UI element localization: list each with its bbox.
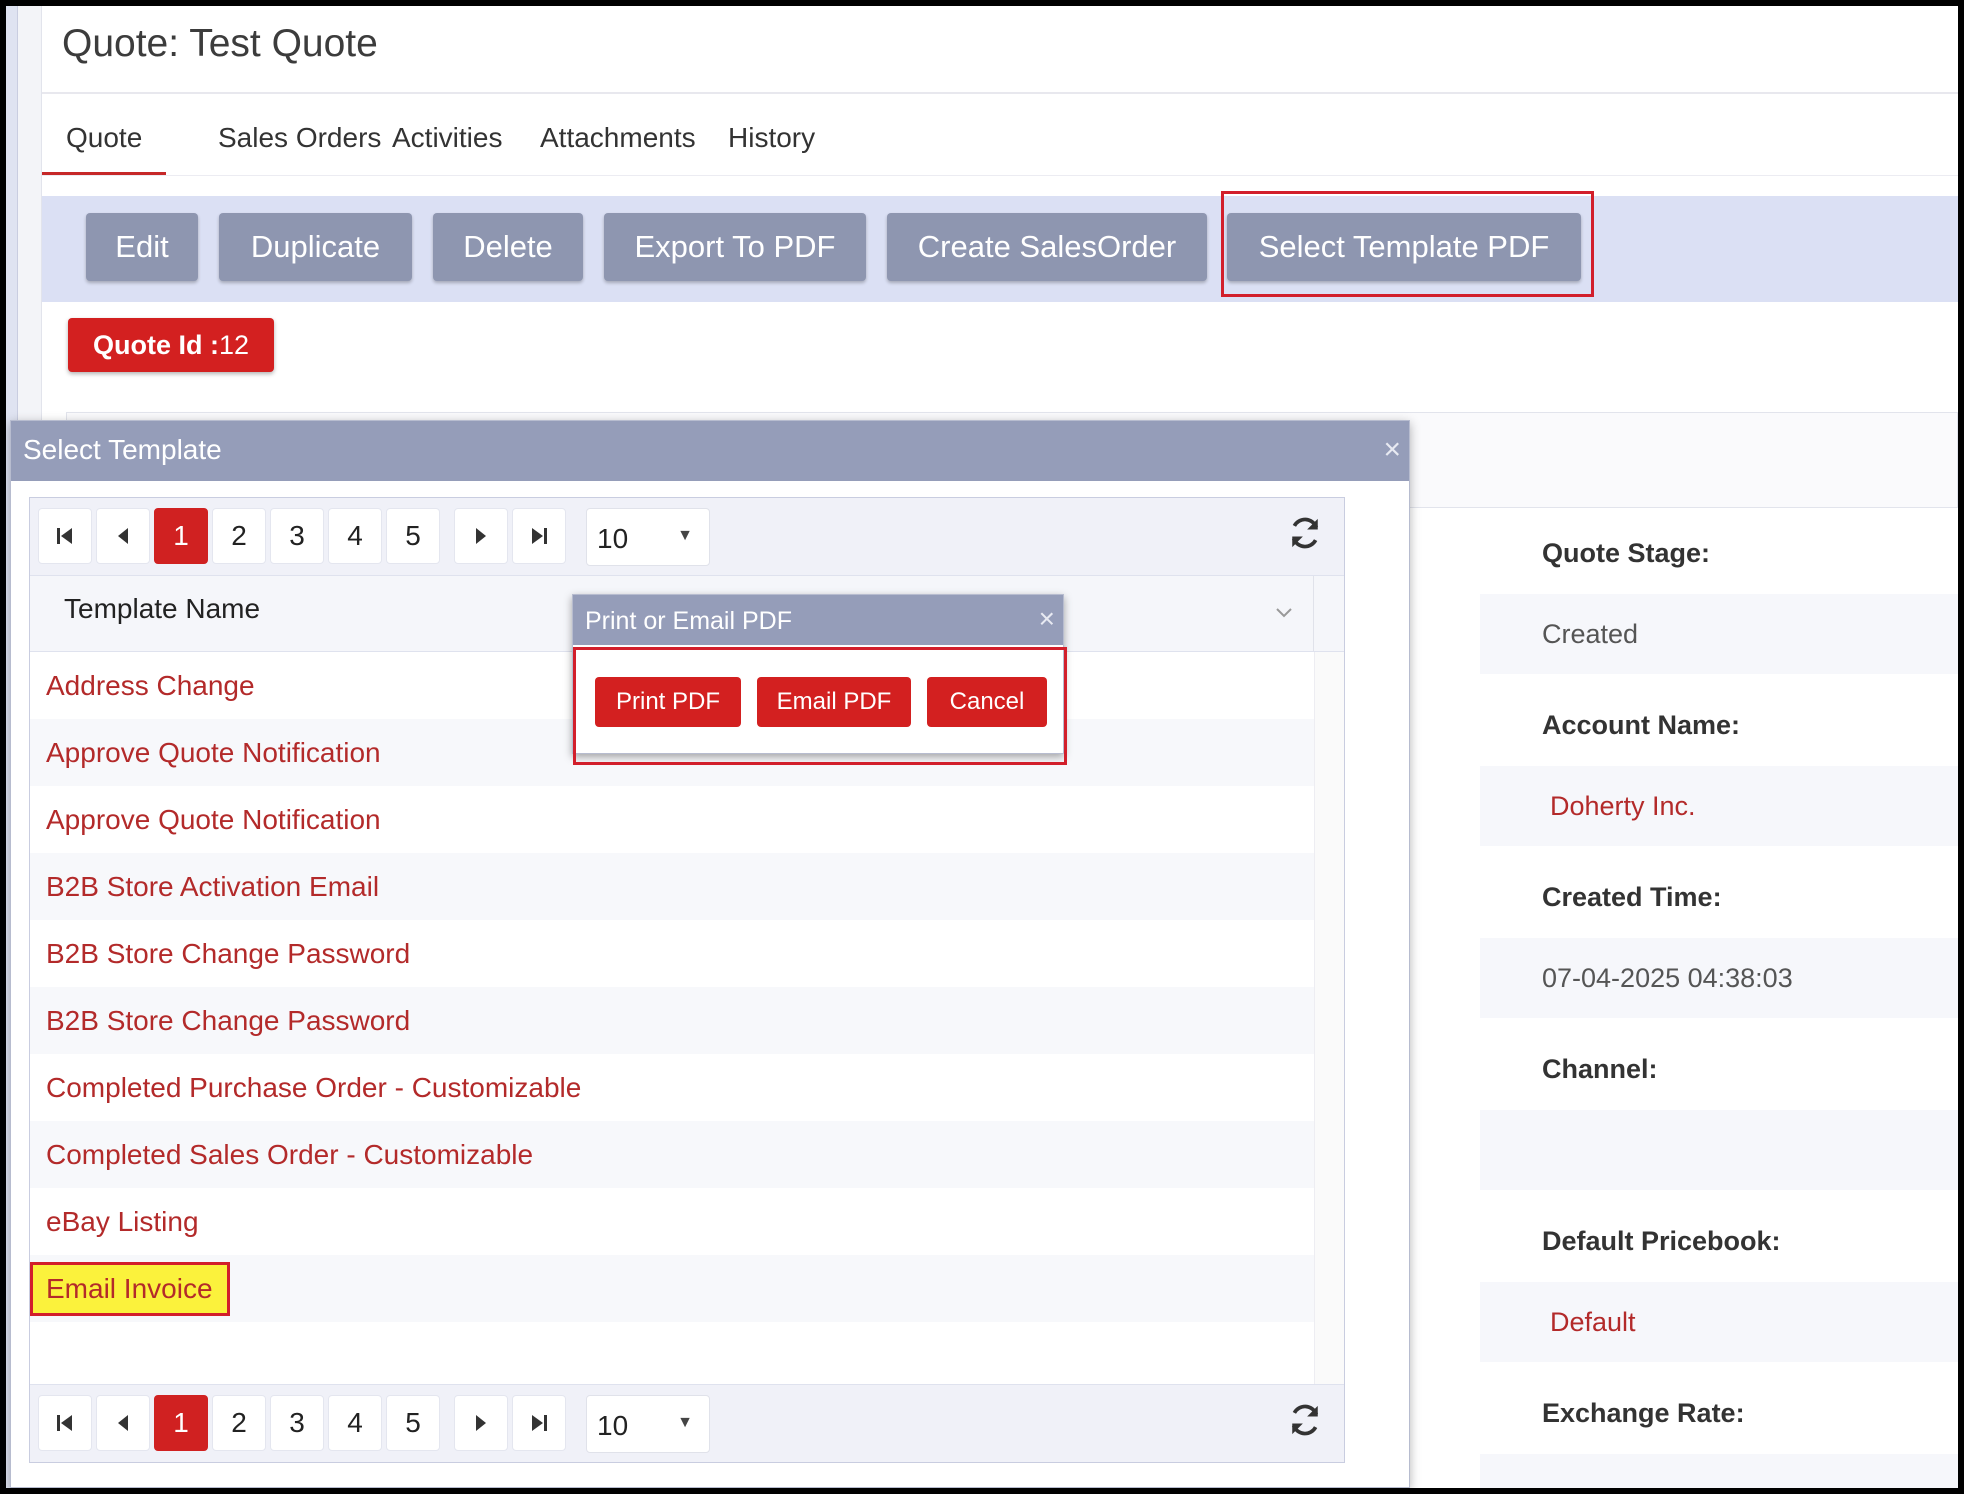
default-pricebook-link[interactable]: Default [1550,1307,1636,1338]
template-name-header-label: Template Name [64,593,261,624]
page-5-button[interactable]: 5 [386,508,440,564]
channel-label: Channel: [1542,1054,1658,1084]
pager-bottom: 1 2 3 4 5 10 ▼ [30,1384,1344,1462]
popup-buttons-highlight [573,647,1067,765]
template-name-link[interactable]: eBay Listing [46,1206,199,1238]
page-4-button[interactable]: 4 [328,1395,382,1451]
template-name-link[interactable]: Completed Purchase Order - Customizable [46,1072,581,1104]
template-row[interactable]: Completed Sales Order - Customizable [30,1121,1314,1188]
detail-row-bg [1480,1110,1958,1190]
tab-quote[interactable]: Quote [42,118,167,175]
action-toolbar: Edit Duplicate Delete Export To PDF Crea… [42,196,1958,302]
default-pricebook-label: Default Pricebook: [1542,1226,1781,1256]
tab-history[interactable]: History [704,118,839,172]
next-page-icon[interactable] [454,508,508,564]
page-1-button[interactable]: 1 [154,1395,208,1451]
create-salesorder-button[interactable]: Create SalesOrder [887,213,1207,281]
popup-title: Print or Email PDF [585,607,792,635]
template-row[interactable]: Completed Purchase Order - Customizable [30,1054,1314,1121]
template-row[interactable]: B2B Store Activation Email [30,853,1314,920]
dialog-title: Select Template [23,434,222,465]
title-divider [42,92,1958,94]
page-size-select[interactable]: 10 ▼ [586,508,710,566]
duplicate-button[interactable]: Duplicate [219,213,412,281]
template-name-link[interactable]: Completed Sales Order - Customizable [46,1139,533,1171]
created-time-value: 07-04-2025 04:38:03 [1542,963,1793,993]
page-size-value: 10 [597,1410,629,1441]
page-size-value: 10 [597,523,629,554]
template-name-link[interactable]: B2B Store Change Password [46,1005,410,1037]
first-page-icon[interactable] [38,1395,92,1451]
last-page-icon[interactable] [512,508,566,564]
template-row[interactable]: eBay Listing [30,1188,1314,1255]
page-title: Quote: Test Quote [62,22,378,65]
prev-page-icon[interactable] [96,1395,150,1451]
column-divider [1313,576,1314,651]
dialog-header: Select Template × [11,421,1409,481]
template-row[interactable]: Approve Quote Notification [30,786,1314,853]
page-2-button[interactable]: 2 [212,1395,266,1451]
template-name-link[interactable]: Approve Quote Notification [46,804,381,836]
tab-bar: Quote Sales Orders Activities Attachment… [42,112,1958,176]
quote-stage-value: Created [1542,619,1639,649]
export-to-pdf-button[interactable]: Export To PDF [604,213,866,281]
prev-page-icon[interactable] [96,508,150,564]
template-name-link[interactable]: B2B Store Change Password [46,938,410,970]
tab-activities[interactable]: Activities [368,118,526,172]
quote-stage-label: Quote Stage: [1542,538,1711,568]
quote-id-label: Quote Id : [92,329,219,360]
exchange-rate-label: Exchange Rate: [1542,1398,1745,1428]
tab-attachments[interactable]: Attachments [516,118,720,172]
account-name-label: Account Name: [1542,710,1741,740]
template-name-link[interactable]: Approve Quote Notification [46,737,381,769]
refresh-icon[interactable] [1288,516,1322,550]
refresh-icon[interactable] [1288,1403,1322,1437]
template-row-selected[interactable]: Email Invoice [30,1255,1314,1322]
select-template-highlight [1221,191,1594,297]
quote-details: Quote Stage: Created Account Name: Doher… [1480,508,1958,1494]
edit-button[interactable]: Edit [86,213,198,281]
created-time-label: Created Time: [1542,882,1722,912]
page-1-button[interactable]: 1 [154,508,208,564]
delete-button[interactable]: Delete [433,213,583,281]
next-page-icon[interactable] [454,1395,508,1451]
caret-down-icon: ▼ [677,527,693,544]
close-icon[interactable]: × [1383,433,1401,467]
page-size-select[interactable]: 10 ▼ [586,1395,710,1453]
page-2-button[interactable]: 2 [212,508,266,564]
selected-template-link[interactable]: Email Invoice [30,1261,230,1316]
chevron-down-icon[interactable] [1274,606,1294,620]
select-template-dialog: Select Template × 1 2 3 4 5 10 ▼ Templat… [10,420,1410,1488]
pager-top: 1 2 3 4 5 10 ▼ [30,498,1344,576]
page-5-button[interactable]: 5 [386,1395,440,1451]
page-4-button[interactable]: 4 [328,508,382,564]
page-3-button[interactable]: 3 [270,508,324,564]
template-name-link[interactable]: B2B Store Activation Email [46,871,379,903]
popup-header: Print or Email PDF × [573,595,1063,645]
quote-id-value: 12 [218,329,250,360]
template-row[interactable]: B2B Store Change Password [30,920,1314,987]
template-row[interactable]: B2B Store Change Password [30,987,1314,1054]
close-icon[interactable]: × [1039,603,1055,635]
account-name-link[interactable]: Doherty Inc. [1550,791,1696,822]
detail-row-bg [1480,1454,1958,1494]
caret-down-icon: ▼ [677,1414,693,1431]
quote-id-badge: Quote Id :12 [68,318,274,372]
template-name-link[interactable]: Address Change [46,670,255,702]
grid-scrollbar[interactable] [1314,652,1344,1386]
page-3-button[interactable]: 3 [270,1395,324,1451]
last-page-icon[interactable] [512,1395,566,1451]
first-page-icon[interactable] [38,508,92,564]
